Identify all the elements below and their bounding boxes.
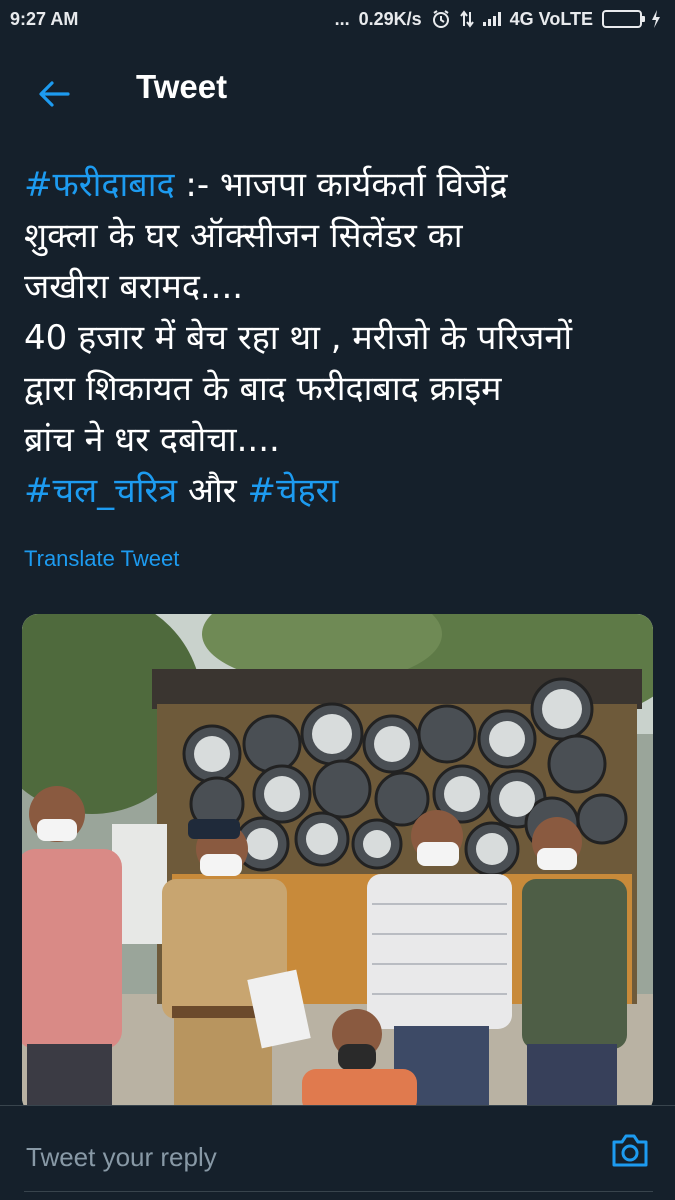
translate-tweet-link[interactable]: Translate Tweet <box>24 546 179 572</box>
tweet-text: #फरीदाबाद :- भाजपा कार्यकर्ता विजेंद्र श… <box>24 160 654 517</box>
status-icons: ... 0.29K/s 4G VoLTE <box>335 9 661 30</box>
photo-illustration <box>22 614 653 1114</box>
network-type: 4G VoLTE <box>509 8 593 29</box>
signal-icon <box>482 12 501 26</box>
battery-icon <box>602 10 645 28</box>
hashtag-faridabad[interactable]: #फरीदाबाद <box>24 165 175 205</box>
status-dots: ... <box>334 8 350 29</box>
charging-icon <box>652 10 660 28</box>
tweet-line-4: 40 हजार में बेच रहा था , मरीजो के परिजनो… <box>24 318 573 358</box>
and-word: और <box>177 471 248 511</box>
back-arrow-icon[interactable] <box>36 76 72 112</box>
page-title: Tweet <box>136 68 228 105</box>
tweet-line-2: शुक्ला के घर ऑक्सीजन सिलेंडर का <box>24 216 463 256</box>
hashtag-chal-charitra[interactable]: #चल_चरित्र <box>24 471 177 511</box>
tweet-photo[interactable] <box>22 614 653 1114</box>
alarm-icon <box>432 10 449 28</box>
tweet-line-1-text: :- भाजपा कार्यकर्ता विजेंद्र <box>174 165 508 205</box>
tweet-line-3: जखीरा बरामद.... <box>24 267 244 307</box>
reply-bar <box>0 1105 675 1200</box>
app-bar: Tweet <box>0 38 675 148</box>
tweet-line-7: #चल_चरित्र और #चेहरा <box>24 466 654 517</box>
status-bar: 9:27 AM ... 0.29K/s 4G VoLTE <box>0 0 675 38</box>
tweet-line-6: ब्रांच ने धर दबोचा.... <box>24 420 280 460</box>
status-time: 9:27 AM <box>10 8 79 29</box>
data-transfer-icon <box>459 10 474 28</box>
hashtag-chehra[interactable]: #चेहरा <box>248 471 339 511</box>
tweet-line-5: द्वारा शिकायत के बाद फरीदाबाद क्राइम <box>24 369 502 409</box>
reply-divider <box>24 1191 653 1192</box>
tweet-line-1: #फरीदाबाद :- भाजपा कार्यकर्ता विजेंद्र <box>24 160 654 211</box>
network-speed: 0.29K/s <box>358 8 422 29</box>
reply-input[interactable] <box>24 1136 588 1178</box>
camera-icon[interactable] <box>608 1128 652 1172</box>
